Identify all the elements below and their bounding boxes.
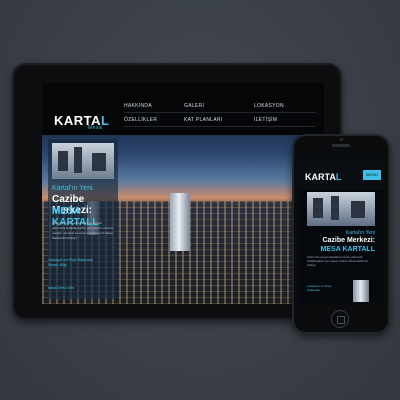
brand-logo[interactable]: KARTAL Mesa [54,113,110,131]
gallery-thumbnail[interactable] [52,143,114,179]
nav-item-galeri[interactable]: GALERİ [184,103,204,109]
speaker-grille [332,144,350,147]
intro-paragraph: Şehrin tüm sosyal olanaklarını hemen yak… [52,221,114,240]
logo-text: KARTAL [305,172,342,182]
intro-paragraph: Şehrin tüm sosyal olanaklarını hemen yak… [307,256,368,267]
thumb-building [313,198,323,218]
headline-mid: Cazibe Merkezi: [322,237,375,244]
phone-screen: KARTAL MENÜ Kartal'ın Yeni Cazibe Merkez… [299,158,383,304]
building-image [353,280,369,302]
thumb-building [74,147,82,173]
logo-subtext: Mesa [88,125,103,131]
home-button[interactable] [331,310,349,328]
nav-item-lokasyon[interactable]: LOKASYON [254,103,284,109]
brand-logo[interactable]: KARTAL [305,172,341,182]
headline-small: Kartal'ın Yeni [345,230,375,236]
content-panel: Kartal'ın Yeni Cazibe Merkezi: MESA KART… [48,139,118,299]
headline-small: Kartal'ın Yeni [52,185,93,192]
gallery-thumbnail[interactable] [307,192,375,226]
thumb-building [58,151,68,171]
tablet-screen: KARTAL Mesa HAKKINDA GALERİ LOKASYON ÖZE… [42,83,324,304]
background-scene: KARTAL Mesa HAKKINDA GALERİ LOKASYON ÖZE… [0,0,400,400]
nav-divider [124,112,316,113]
nav-item-ozellikler[interactable]: ÖZELLİKLER [124,117,157,123]
nav-item-iletisim[interactable]: İLETİŞİM [254,117,277,123]
nav-divider [124,126,316,127]
phone-device: KARTAL MENÜ Kartal'ın Yeni Cazibe Merkez… [292,134,390,334]
menu-button[interactable]: MENÜ [363,170,381,180]
footer-link[interactable]: Lokasyon ve Proje Hakkında Detaylı Bilgi [48,258,104,268]
logo-accent-letter: L [101,113,110,128]
thumb-building [92,153,106,171]
phone-header: KARTAL MENÜ [299,158,383,190]
logo-accent-letter: L [335,172,342,182]
nav-item-hakkinda[interactable]: HAKKINDA [124,103,152,109]
footer-link[interactable]: Lokasyon ve Proje Hakkında [307,284,343,292]
tablet-header: KARTAL Mesa HAKKINDA GALERİ LOKASYON ÖZE… [42,83,324,135]
footer-link-secondary[interactable]: Kartal Mesa Ofis [48,286,88,291]
tower-building [170,193,190,251]
nav-item-kat-planlari[interactable]: KAT PLANLARI [184,117,222,123]
thumb-building [331,196,339,220]
headline-big: MESA KARTALL [320,246,375,253]
camera-icon [340,138,343,141]
thumb-building [351,201,365,218]
